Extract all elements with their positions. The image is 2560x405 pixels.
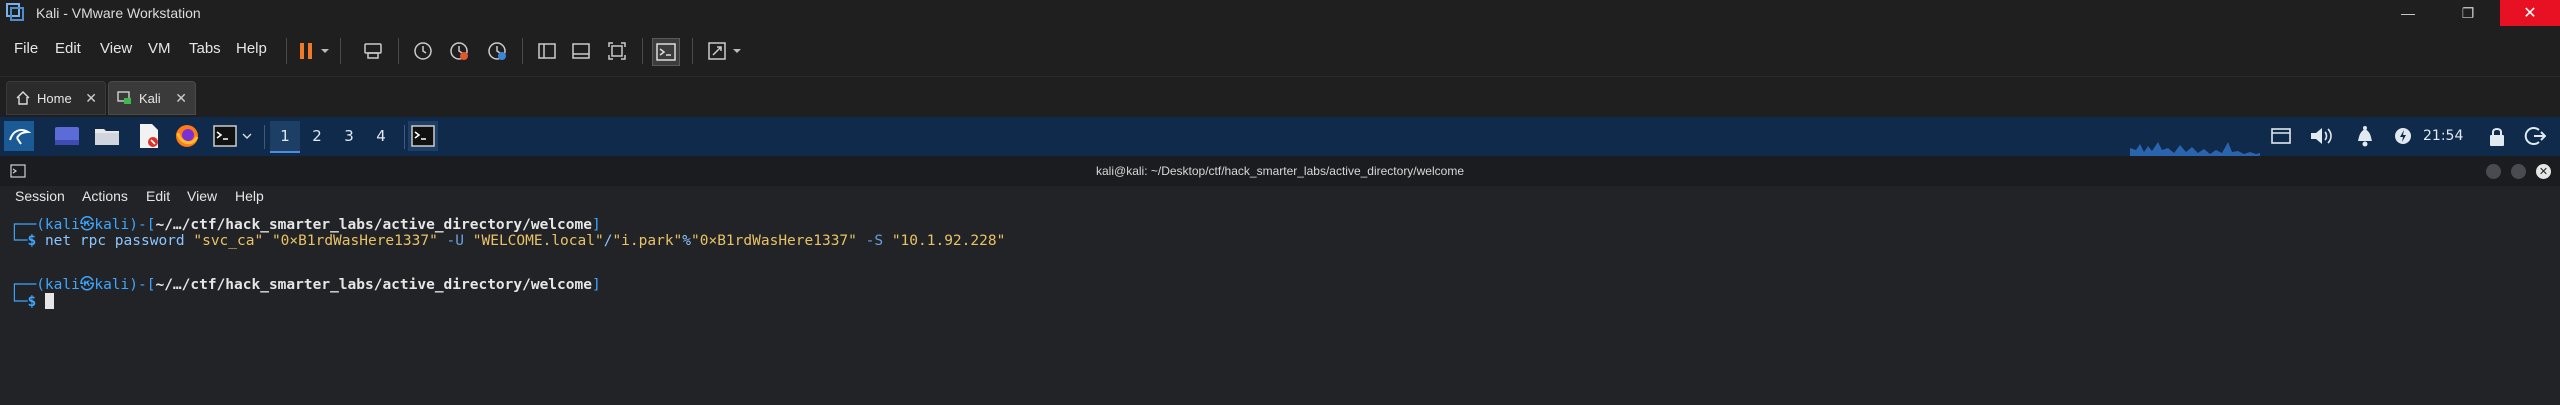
window-titlebar: Kali - VMware Workstation — ❐ ✕ bbox=[0, 0, 2560, 26]
pause-icon[interactable] bbox=[293, 38, 319, 64]
toolbar-separator bbox=[286, 38, 287, 64]
vmware-menubar: File Edit View VM Tabs Help bbox=[0, 26, 2560, 77]
input-line[interactable]: └─$ bbox=[10, 293, 54, 310]
show-desktop-icon[interactable] bbox=[52, 121, 82, 151]
send-ctrl-alt-del-icon[interactable] bbox=[360, 38, 386, 64]
command-line: └─$ net rpc password "svc_ca" "0×B1rdWas… bbox=[10, 233, 1006, 249]
logout-icon[interactable] bbox=[2520, 121, 2550, 151]
window-title: Kali - VMware Workstation bbox=[36, 5, 201, 21]
panel-separator bbox=[264, 125, 265, 149]
notification-bell-icon[interactable] bbox=[2350, 121, 2380, 151]
terminal-window-button[interactable] bbox=[408, 121, 438, 151]
console-view-icon[interactable] bbox=[652, 38, 680, 66]
terminal-body[interactable]: ┌──(kali㉿kali)-[~/…/ctf/hack_smarter_lab… bbox=[0, 208, 2560, 405]
vm-icon bbox=[117, 91, 131, 104]
lock-screen-icon[interactable] bbox=[2482, 121, 2512, 151]
chevron-down-icon[interactable] bbox=[240, 121, 254, 151]
close-icon[interactable]: ✕ bbox=[85, 90, 97, 107]
vmware-logo-icon bbox=[6, 3, 24, 21]
power-manager-icon[interactable] bbox=[2388, 121, 2418, 151]
prompt-line: ┌──(kali㉿kali)-[~/…/ctf/hack_smarter_lab… bbox=[10, 277, 601, 293]
terminal-title: kali@kali: ~/Desktop/ctf/hack_smarter_la… bbox=[1096, 164, 1464, 178]
workspace-1[interactable]: 1 bbox=[270, 121, 300, 153]
chevron-down-icon[interactable] bbox=[318, 38, 332, 64]
window-list-icon[interactable] bbox=[2266, 121, 2296, 151]
panel-separator bbox=[404, 125, 405, 149]
terminal-titlebar: kali@kali: ~/Desktop/ctf/hack_smarter_la… bbox=[0, 156, 2560, 186]
workspace-4[interactable]: 4 bbox=[366, 121, 396, 151]
snapshot-manager-icon[interactable] bbox=[484, 38, 510, 64]
close-button[interactable]: ✕ bbox=[2500, 0, 2560, 26]
menu-vm[interactable]: VM bbox=[148, 40, 171, 57]
chevron-down-icon[interactable] bbox=[730, 38, 744, 64]
full-screen-icon[interactable] bbox=[604, 38, 630, 64]
toolbar-separator bbox=[692, 38, 693, 64]
workspace-3[interactable]: 3 bbox=[334, 121, 364, 151]
menu-tabs[interactable]: Tabs bbox=[189, 40, 221, 57]
toolbar-separator bbox=[340, 38, 341, 64]
revert-snapshot-icon[interactable] bbox=[446, 38, 472, 64]
close-icon[interactable]: ✕ bbox=[175, 90, 187, 107]
toolbar-separator bbox=[522, 38, 523, 64]
tab-label: Home bbox=[37, 90, 72, 106]
home-icon bbox=[16, 91, 30, 105]
terminal-maximize-button[interactable] bbox=[2511, 164, 2526, 179]
command-tool: net bbox=[44, 233, 72, 249]
file-manager-icon[interactable] bbox=[92, 121, 122, 151]
toolbar-separator bbox=[642, 38, 643, 64]
workspace-2[interactable]: 2 bbox=[302, 121, 332, 151]
cpu-graph-icon bbox=[2130, 142, 2260, 156]
stretch-guest-icon[interactable] bbox=[704, 38, 730, 64]
tab-home[interactable]: Home ✕ bbox=[6, 81, 106, 115]
vm-tabs-bar: Home ✕ Kali ✕ bbox=[0, 77, 2560, 117]
terminal-minimize-button[interactable] bbox=[2486, 164, 2501, 179]
panel-clock[interactable]: 21:54 bbox=[2423, 128, 2463, 144]
snapshot-icon[interactable] bbox=[410, 38, 436, 64]
menu-edit[interactable]: Edit bbox=[55, 40, 81, 57]
terminal-menu-session[interactable]: Session bbox=[15, 188, 65, 204]
terminal-menu-view[interactable]: View bbox=[187, 188, 217, 204]
toolbar-separator bbox=[398, 38, 399, 64]
tab-label: Kali bbox=[139, 90, 161, 106]
terminal-menubar: Session Actions Edit View Help bbox=[0, 186, 2560, 208]
thumbnail-bar-icon[interactable] bbox=[568, 38, 594, 64]
minimize-button[interactable]: — bbox=[2380, 0, 2436, 26]
text-cursor bbox=[44, 293, 54, 309]
terminal-menu-actions[interactable]: Actions bbox=[82, 188, 128, 204]
maximize-button[interactable]: ❐ bbox=[2440, 0, 2496, 26]
text-editor-icon[interactable] bbox=[134, 121, 164, 151]
terminal-menu-help[interactable]: Help bbox=[235, 188, 264, 204]
menu-view[interactable]: View bbox=[100, 40, 132, 57]
prompt-line: ┌──(kali㉿kali)-[~/…/ctf/hack_smarter_lab… bbox=[10, 217, 601, 233]
tab-kali[interactable]: Kali ✕ bbox=[108, 81, 196, 115]
terminal-menu-edit[interactable]: Edit bbox=[146, 188, 170, 204]
terminal-close-button[interactable]: ✕ bbox=[2536, 164, 2551, 179]
kali-menu-icon[interactable] bbox=[4, 121, 34, 151]
terminal-launcher-icon[interactable] bbox=[210, 121, 240, 151]
menu-help[interactable]: Help bbox=[236, 40, 267, 57]
firefox-icon[interactable] bbox=[172, 121, 202, 151]
menu-file[interactable]: File bbox=[14, 40, 38, 57]
volume-icon[interactable] bbox=[2306, 121, 2336, 151]
show-library-icon[interactable] bbox=[534, 38, 560, 64]
